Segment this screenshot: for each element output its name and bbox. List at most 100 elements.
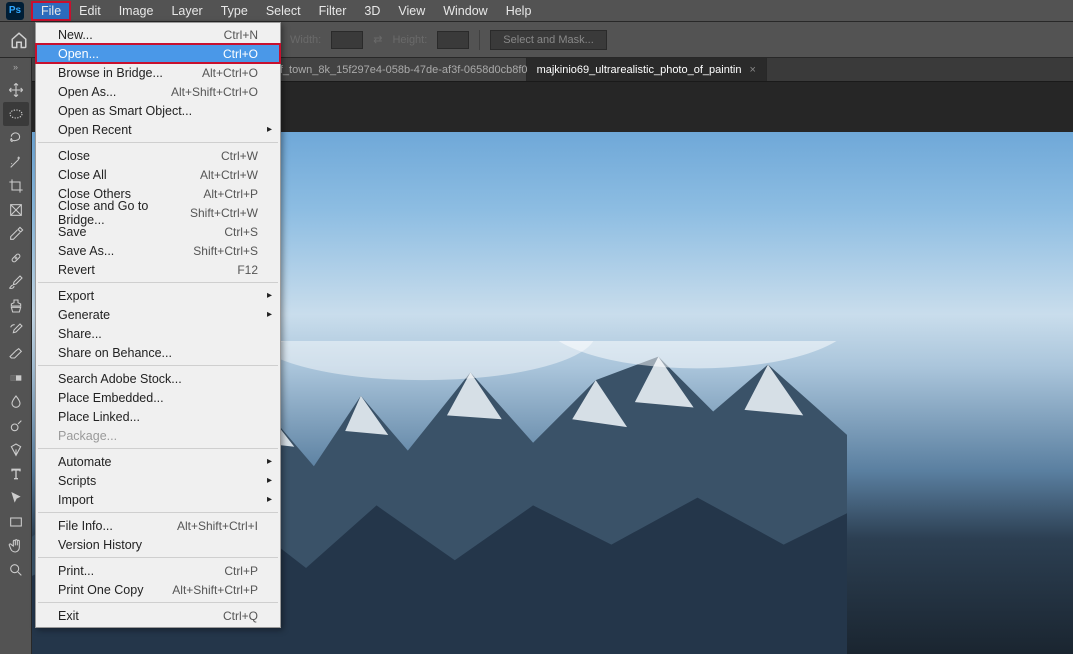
tool-path-select[interactable] [3, 486, 29, 510]
tool-history-brush[interactable] [3, 318, 29, 342]
menu-item-label: Print One Copy [58, 583, 143, 597]
menu-edit[interactable]: Edit [70, 2, 110, 20]
menu-item-exit[interactable]: Exit Ctrl+Q [36, 606, 280, 625]
menu-select[interactable]: Select [257, 2, 310, 20]
menu-item-browse-in-bridge[interactable]: Browse in Bridge...Alt+Ctrl+O [36, 63, 280, 82]
menu-item-label: Export [58, 289, 94, 303]
menu-separator [38, 365, 278, 366]
menu-help[interactable]: Help [497, 2, 541, 20]
menu-shortcut: Alt+Shift+Ctrl+O [171, 85, 258, 99]
menu-shortcut: Shift+Ctrl+S [193, 244, 258, 258]
menu-item-open-as[interactable]: Open As... Alt+Shift+Ctrl+O [36, 82, 280, 101]
close-icon[interactable]: × [749, 64, 755, 76]
menu-item-label: Open as Smart Object... [58, 104, 192, 118]
menu-item-label: Share... [58, 327, 102, 341]
menu-item-new[interactable]: New...Ctrl+N [36, 25, 280, 44]
menu-item-label: Save As... [58, 244, 114, 258]
menu-item-scripts[interactable]: Scripts [36, 471, 280, 490]
menu-separator [38, 142, 278, 143]
separator [479, 30, 480, 50]
tool-pen[interactable] [3, 438, 29, 462]
menu-item-label: File Info... [58, 519, 113, 533]
menu-type[interactable]: Type [212, 2, 257, 20]
menu-item-label: Open... [58, 47, 99, 61]
menu-item-open-recent[interactable]: Open Recent [36, 120, 280, 139]
app-logo: Ps [6, 2, 24, 20]
menu-window[interactable]: Window [434, 2, 496, 20]
select-and-mask-button[interactable]: Select and Mask... [490, 30, 607, 50]
menu-item-place-embedded[interactable]: Place Embedded... [36, 388, 280, 407]
menu-item-import[interactable]: Import [36, 490, 280, 509]
menu-filter[interactable]: Filter [310, 2, 356, 20]
menu-shortcut: Ctrl+S [224, 225, 258, 239]
tool-dodge[interactable] [3, 414, 29, 438]
menu-item-open[interactable]: Open...Ctrl+O [36, 44, 280, 63]
tool-frame[interactable] [3, 198, 29, 222]
menu-file[interactable]: File [32, 2, 70, 20]
width-label: Width: [290, 34, 321, 46]
menu-item-close-all[interactable]: Close AllAlt+Ctrl+W [36, 165, 280, 184]
menu-item-print-one-copy[interactable]: Print One CopyAlt+Shift+Ctrl+P [36, 580, 280, 599]
menu-layer[interactable]: Layer [162, 2, 211, 20]
menu-item-label: Exit [58, 609, 79, 623]
menu-item-save-as[interactable]: Save As... Shift+Ctrl+S [36, 241, 280, 260]
menu-item-search-adobe-stock[interactable]: Search Adobe Stock... [36, 369, 280, 388]
menu-shortcut: Alt+Ctrl+W [200, 168, 258, 182]
menu-item-print[interactable]: Print...Ctrl+P [36, 561, 280, 580]
tool-marquee-ellipse[interactable] [3, 102, 29, 126]
menu-shortcut: Alt+Ctrl+O [202, 66, 258, 80]
menu-item-label: Print... [58, 564, 94, 578]
menu-shortcut: Ctrl+Q [223, 609, 258, 623]
tool-crop[interactable] [3, 174, 29, 198]
menu-image[interactable]: Image [110, 2, 163, 20]
menu-separator [38, 602, 278, 603]
tab-label: majkinio69_ultrarealistic_photo_of_paint… [537, 64, 742, 76]
tool-lasso[interactable] [3, 126, 29, 150]
menu-item-package: Package... [36, 426, 280, 445]
menu-shortcut: Alt+Ctrl+P [203, 187, 258, 201]
menu-item-revert[interactable]: RevertF12 [36, 260, 280, 279]
menu-item-export[interactable]: Export [36, 286, 280, 305]
tool-blur[interactable] [3, 390, 29, 414]
menu-item-label: Save [58, 225, 87, 239]
menu-item-share[interactable]: Share... [36, 324, 280, 343]
menu-item-share-on-behance[interactable]: Share on Behance... [36, 343, 280, 362]
menu-item-label: Package... [58, 429, 117, 443]
menu-item-version-history[interactable]: Version History [36, 535, 280, 554]
home-icon[interactable] [10, 31, 28, 49]
tool-eyedropper[interactable] [3, 222, 29, 246]
document-tab[interactable]: majkinio69_ultrarealistic_photo_of_paint… [527, 58, 767, 81]
tool-move[interactable] [3, 78, 29, 102]
file-menu-dropdown: New...Ctrl+NOpen...Ctrl+OBrowse in Bridg… [35, 22, 281, 628]
tool-type[interactable] [3, 462, 29, 486]
tool-gradient[interactable] [3, 366, 29, 390]
menu-3d[interactable]: 3D [355, 2, 389, 20]
tool-hand[interactable] [3, 534, 29, 558]
menu-separator [38, 448, 278, 449]
menu-view[interactable]: View [389, 2, 434, 20]
menu-separator [38, 557, 278, 558]
menu-shortcut: F12 [237, 263, 258, 277]
menu-item-close-and-go-to-bridge[interactable]: Close and Go to Bridge...Shift+Ctrl+W [36, 203, 280, 222]
menu-item-label: Open As... [58, 85, 116, 99]
tool-rectangle[interactable] [3, 510, 29, 534]
menu-item-label: Import [58, 493, 93, 507]
menu-item-file-info[interactable]: File Info...Alt+Shift+Ctrl+I [36, 516, 280, 535]
menu-item-save[interactable]: Save Ctrl+S [36, 222, 280, 241]
menu-item-open-as-smart-object[interactable]: Open as Smart Object... [36, 101, 280, 120]
menu-item-automate[interactable]: Automate [36, 452, 280, 471]
menu-item-label: New... [58, 28, 93, 42]
tool-eraser[interactable] [3, 342, 29, 366]
tool-clone[interactable] [3, 294, 29, 318]
swap-icon: ⇄ [373, 33, 382, 46]
menu-shortcut: Shift+Ctrl+W [190, 206, 258, 220]
tool-healing[interactable] [3, 246, 29, 270]
tool-zoom[interactable] [3, 558, 29, 582]
menu-item-generate[interactable]: Generate [36, 305, 280, 324]
menu-item-place-linked[interactable]: Place Linked... [36, 407, 280, 426]
collapse-icon[interactable]: » [13, 62, 18, 72]
menu-item-close[interactable]: CloseCtrl+W [36, 146, 280, 165]
tool-brush[interactable] [3, 270, 29, 294]
tool-magic-wand[interactable] [3, 150, 29, 174]
menu-item-label: Place Linked... [58, 410, 140, 424]
